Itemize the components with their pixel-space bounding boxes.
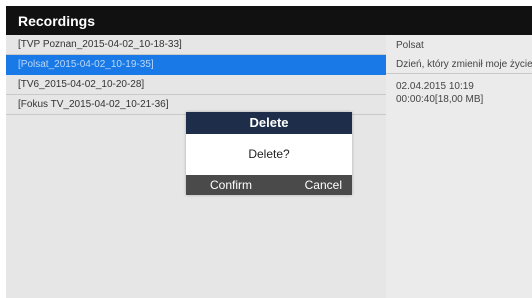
details-program-title: Dzień, który zmienił moje życie xyxy=(396,59,532,70)
list-item-label: [Fokus TV_2015-04-02_10-21-36] xyxy=(18,99,169,110)
confirm-button[interactable]: Confirm xyxy=(210,175,252,195)
recording-details-panel: Polsat Dzień, który zmienił moje życie 0… xyxy=(386,35,532,298)
app-window: Recordings [TVP Poznan_2015-04-02_10-18-… xyxy=(6,6,532,298)
details-divider xyxy=(386,73,532,74)
page-title: Recordings xyxy=(18,13,96,29)
delete-dialog: Delete Delete? Confirm Cancel xyxy=(186,112,352,195)
list-item-selected[interactable]: [Polsat_2015-04-02_10-19-35] xyxy=(6,55,386,75)
list-item-label: [TV6_2015-04-02_10-20-28] xyxy=(18,79,145,90)
details-duration-size: 00:00:40[18,00 MB] xyxy=(396,94,484,105)
list-item[interactable]: [TVP Poznan_2015-04-02_10-18-33] xyxy=(6,35,386,55)
details-channel: Polsat xyxy=(396,40,424,51)
dialog-footer: Confirm Cancel xyxy=(186,175,352,195)
list-item-label: [TVP Poznan_2015-04-02_10-18-33] xyxy=(18,39,182,50)
details-date: 02.04.2015 10:19 xyxy=(396,81,474,92)
list-item-label: [Polsat_2015-04-02_10-19-35] xyxy=(18,59,154,70)
dialog-title: Delete xyxy=(186,112,352,134)
title-bar: Recordings xyxy=(6,6,532,35)
list-item[interactable]: [TV6_2015-04-02_10-20-28] xyxy=(6,75,386,95)
dialog-message: Delete? xyxy=(186,134,352,175)
cancel-button[interactable]: Cancel xyxy=(305,175,342,195)
